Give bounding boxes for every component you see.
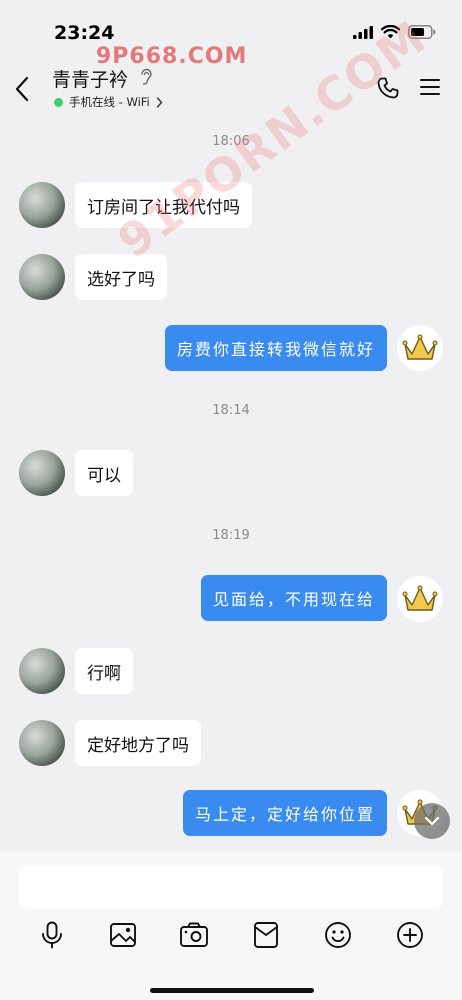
battery-icon — [408, 25, 436, 39]
wifi-icon — [381, 25, 400, 39]
red-packet-icon — [254, 922, 278, 948]
menu-button[interactable] — [420, 78, 440, 100]
timestamp: 18:14 — [212, 403, 250, 418]
online-dot — [54, 97, 63, 107]
avatar[interactable] — [19, 254, 65, 300]
message-bubble-incoming[interactable]: 定好地方了吗 — [75, 720, 201, 766]
image-icon — [110, 923, 136, 947]
message-bubble-incoming[interactable]: 订房间了让我代付吗 — [75, 182, 252, 228]
message-bubble-outgoing[interactable]: 房费你直接转我微信就好 — [164, 325, 387, 371]
message-bubble-outgoing[interactable]: 马上定，定好给你位置 — [182, 790, 387, 836]
emoji-button[interactable] — [321, 918, 355, 952]
status-icons — [353, 25, 436, 39]
online-status[interactable]: 手机在线 - WiFi — [54, 94, 163, 110]
chat-header: 青青子衿 手机在线 - WiFi — [0, 62, 462, 116]
crown-icon — [402, 334, 438, 360]
status-time: 23:24 — [54, 22, 115, 44]
avatar[interactable] — [19, 450, 65, 496]
avatar[interactable] — [19, 720, 65, 766]
message-bubble-incoming[interactable]: 行啊 — [75, 648, 133, 694]
timestamp: 18:19 — [212, 528, 250, 543]
ear-icon — [141, 68, 152, 85]
timestamp: 18:06 — [212, 134, 250, 149]
chevron-left-icon — [15, 76, 29, 102]
input-toolbar — [0, 918, 462, 958]
more-button[interactable] — [393, 918, 427, 952]
input-area — [0, 852, 462, 1000]
message-bubble-incoming[interactable]: 可以 — [75, 450, 133, 496]
red-packet-button[interactable] — [249, 918, 283, 952]
avatar[interactable] — [397, 325, 443, 371]
camera-button[interactable] — [177, 918, 211, 952]
cellular-signal-icon — [353, 25, 373, 39]
chevron-down-icon — [424, 816, 440, 826]
plus-icon — [397, 922, 423, 948]
menu-icon — [420, 79, 440, 95]
online-status-text: 手机在线 - WiFi — [69, 95, 150, 109]
camera-icon — [180, 922, 208, 947]
message-input[interactable] — [19, 865, 443, 909]
chat-title[interactable]: 青青子衿 — [52, 65, 128, 92]
avatar[interactable] — [397, 576, 443, 622]
message-bubble-incoming[interactable]: 选好了吗 — [75, 254, 167, 300]
phone-icon — [377, 77, 399, 99]
microphone-icon — [42, 921, 62, 949]
home-indicator[interactable] — [150, 988, 314, 993]
status-bar: 23:24 — [0, 0, 462, 62]
avatar[interactable] — [19, 182, 65, 228]
emoji-icon — [325, 922, 351, 948]
voice-button[interactable] — [35, 918, 69, 952]
chevron-right-icon — [156, 96, 163, 108]
back-button[interactable] — [14, 76, 30, 106]
call-button[interactable] — [376, 76, 400, 104]
crown-icon — [402, 585, 438, 611]
avatar[interactable] — [19, 648, 65, 694]
message-bubble-outgoing[interactable]: 见面给，不用现在给 — [200, 575, 387, 621]
photo-button[interactable] — [106, 918, 140, 952]
scroll-to-bottom-button[interactable] — [414, 803, 450, 839]
